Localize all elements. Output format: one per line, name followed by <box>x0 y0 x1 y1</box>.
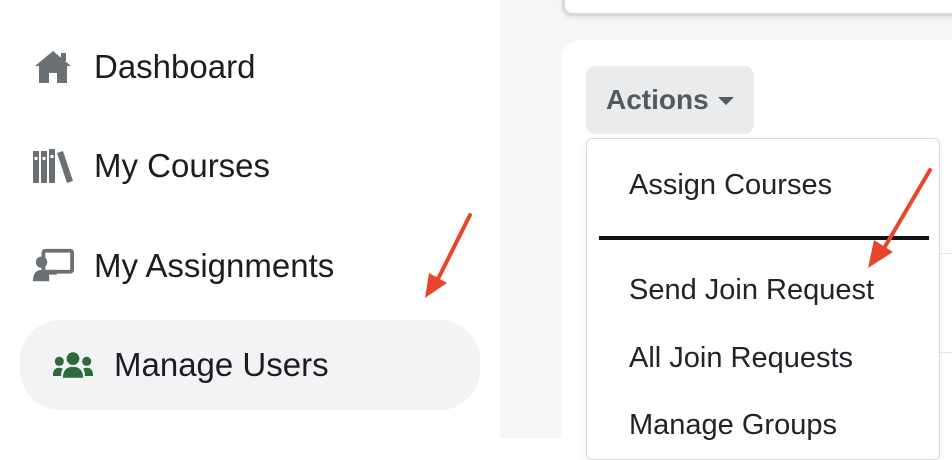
caret-down-icon <box>718 97 734 105</box>
row-divider <box>938 253 952 254</box>
actions-button-label: Actions <box>606 84 709 115</box>
sidebar-item-label: My Courses <box>94 147 271 184</box>
menu-item-manage-groups[interactable]: Manage Groups <box>629 409 837 442</box>
annotation-arrow-icon <box>425 213 472 298</box>
chalkboard-teacher-icon <box>32 245 74 287</box>
sidebar-item-my-courses[interactable]: My Courses <box>20 121 480 211</box>
menu-item-send-join-request[interactable]: Send Join Request <box>629 274 874 307</box>
sidebar-item-label: Dashboard <box>94 48 256 85</box>
books-icon <box>32 145 74 187</box>
sidebar-item-label: Manage Users <box>114 346 329 383</box>
users-icon <box>52 344 94 386</box>
row-divider <box>938 352 952 353</box>
sidebar-item-manage-users[interactable]: Manage Users <box>20 320 480 410</box>
sidebar-item-label: My Assignments <box>94 247 335 284</box>
home-icon <box>32 46 74 88</box>
top-panel <box>562 0 952 16</box>
annotation-arrow-icon <box>868 168 932 268</box>
sidebar-item-my-assignments[interactable]: My Assignments <box>20 221 480 311</box>
actions-button[interactable]: Actions <box>586 66 754 134</box>
menu-item-assign-courses[interactable]: Assign Courses <box>629 169 832 202</box>
sidebar-item-dashboard[interactable]: Dashboard <box>20 22 480 112</box>
menu-item-all-join-requests[interactable]: All Join Requests <box>629 342 853 375</box>
